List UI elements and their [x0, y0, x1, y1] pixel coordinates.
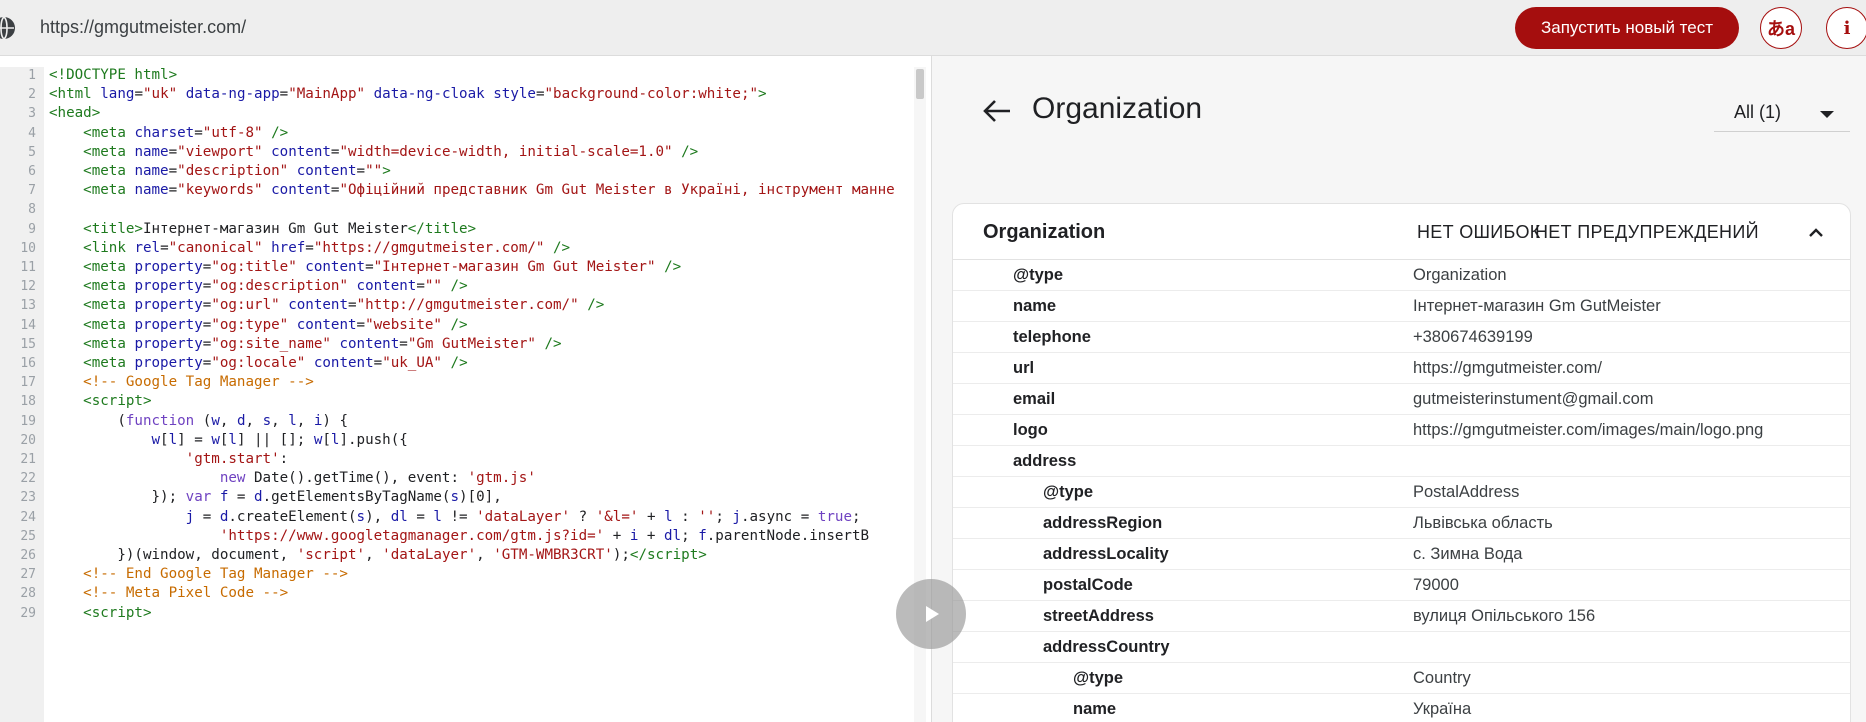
- property-value: https://gmgutmeister.com/images/main/log…: [1413, 421, 1764, 439]
- info-icon: i: [1843, 17, 1851, 39]
- errors-status: НЕТ ОШИБОК: [1417, 222, 1541, 242]
- property-key: url: [1013, 359, 1035, 377]
- property-value: 79000: [1413, 576, 1459, 594]
- caret-down-icon: [1820, 111, 1834, 118]
- property-key: addressCountry: [1043, 638, 1170, 656]
- property-row: postalCode 79000: [953, 570, 1850, 601]
- code-line: 29 <script>: [0, 602, 930, 625]
- property-key: telephone: [1013, 328, 1091, 346]
- property-value: Інтернет-магазин Gm GutMeister: [1413, 297, 1661, 315]
- property-row: address: [953, 446, 1850, 477]
- warnings-status: НЕТ ПРЕДУПРЕЖДЕНИЙ: [1535, 222, 1759, 242]
- property-key: streetAddress: [1043, 607, 1154, 625]
- property-row: name Україна: [953, 694, 1850, 722]
- chevron-up-icon[interactable]: [1809, 226, 1823, 240]
- property-value: https://gmgutmeister.com/: [1413, 359, 1602, 377]
- info-button[interactable]: i: [1826, 7, 1866, 49]
- item-filter-dropdown[interactable]: All (1): [1714, 98, 1850, 132]
- play-icon: [926, 606, 939, 622]
- property-row: streetAddress вулиця Опільського 156: [953, 601, 1850, 632]
- globe-icon: [0, 16, 15, 40]
- property-value: Organization: [1413, 266, 1507, 284]
- url-field[interactable]: https://gmgutmeister.com/: [40, 17, 246, 38]
- code-text: <script>: [83, 604, 152, 621]
- property-key: address: [1013, 452, 1077, 470]
- structured-data-card: Organization НЕТ ОШИБОК НЕТ ПРЕДУПРЕЖДЕН…: [952, 203, 1851, 722]
- page-title: Organization: [1032, 92, 1203, 125]
- property-key: name: [1013, 297, 1057, 315]
- source-code-panel[interactable]: 1 <!DOCTYPE html> 2 <html lang="uk" data-ng…: [0, 67, 930, 722]
- run-new-test-button[interactable]: Запустить новый тест: [1515, 7, 1739, 49]
- property-key: addressLocality: [1043, 545, 1169, 563]
- property-value: Country: [1413, 669, 1471, 687]
- results-panel: Organization All (1) Organization НЕТ ОШ…: [931, 56, 1866, 722]
- back-arrow-icon[interactable]: [982, 98, 1012, 124]
- property-key: @type: [1073, 669, 1124, 687]
- property-row: logo https://gmgutmeister.com/images/main…: [953, 415, 1850, 446]
- property-key: name: [1073, 700, 1117, 718]
- property-row: email gutmeisterinstument@gmail.com: [953, 384, 1850, 415]
- property-row: addressCountry: [953, 632, 1850, 663]
- property-key: email: [1013, 390, 1056, 408]
- property-row: @type Organization: [953, 260, 1850, 291]
- line-number: 29: [20, 605, 36, 621]
- code-scroll-thumb[interactable]: [916, 69, 924, 99]
- property-key: addressRegion: [1043, 514, 1163, 532]
- property-row: @type Country: [953, 663, 1850, 694]
- property-row: addressLocality с. Зимна Вода: [953, 539, 1850, 570]
- property-key: logo: [1013, 421, 1048, 439]
- filter-label: All (1): [1734, 102, 1782, 122]
- property-value: с. Зимна Вода: [1413, 545, 1523, 563]
- card-header[interactable]: Organization НЕТ ОШИБОК НЕТ ПРЕДУПРЕЖДЕН…: [953, 204, 1850, 260]
- property-row: url https://gmgutmeister.com/: [953, 353, 1850, 384]
- property-value: PostalAddress: [1413, 483, 1520, 501]
- translate-icon: あa: [1766, 19, 1795, 39]
- card-title: Organization: [983, 221, 1106, 243]
- property-key: @type: [1013, 266, 1064, 284]
- property-value: +380674639199: [1413, 328, 1533, 346]
- property-row: name Інтернет-магазин Gm GutMeister: [953, 291, 1850, 322]
- property-value: Львівська область: [1413, 514, 1553, 532]
- property-row: addressRegion Львівська область: [953, 508, 1850, 539]
- translate-button[interactable]: あa: [1760, 7, 1802, 49]
- property-row: telephone +380674639199: [953, 322, 1850, 353]
- property-value: gutmeisterinstument@gmail.com: [1413, 390, 1654, 408]
- play-button[interactable]: [896, 579, 966, 649]
- top-bar: https://gmgutmeister.com/ Запустить новы…: [0, 0, 1866, 56]
- property-row: @type PostalAddress: [953, 477, 1850, 508]
- property-key: @type: [1043, 483, 1094, 501]
- property-value: Україна: [1413, 700, 1472, 718]
- property-value: вулиця Опільського 156: [1413, 607, 1596, 625]
- property-key: postalCode: [1043, 576, 1133, 594]
